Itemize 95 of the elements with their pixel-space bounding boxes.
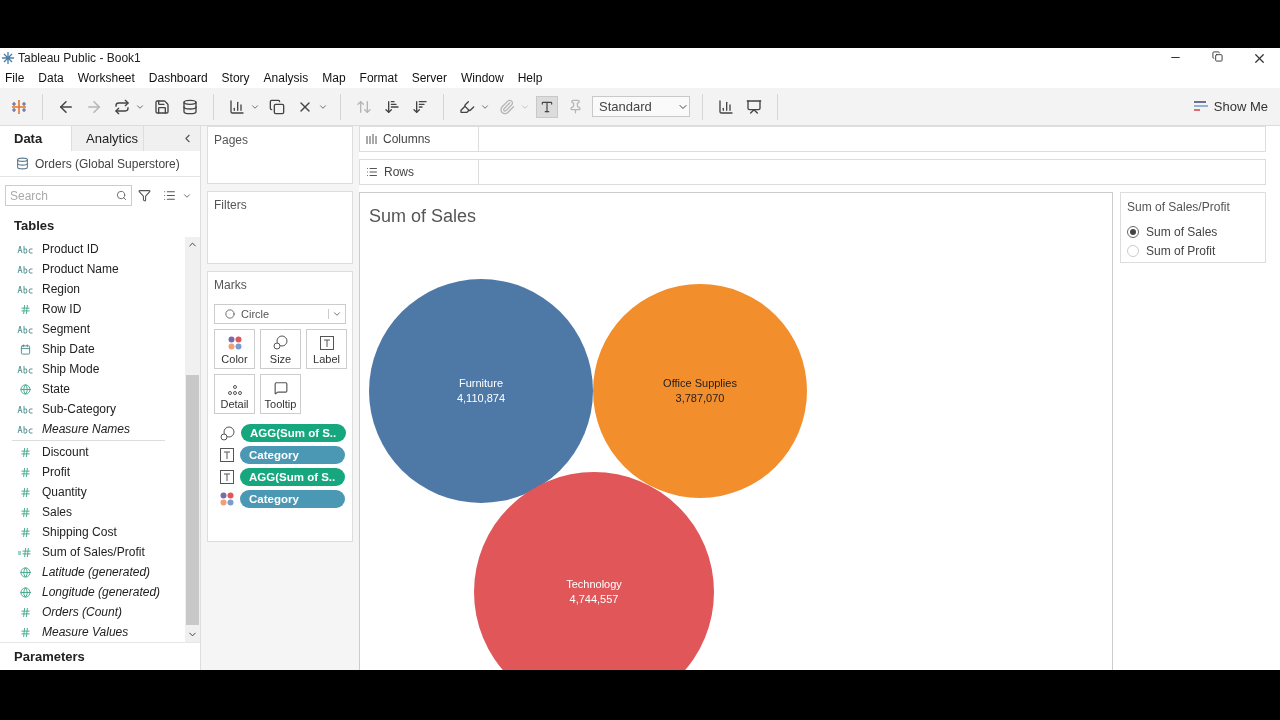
abc-type-icon bbox=[16, 264, 34, 274]
bar-chart-icon bbox=[1193, 100, 1208, 113]
search-icon[interactable] bbox=[116, 190, 127, 201]
list-view-icon[interactable] bbox=[163, 189, 176, 202]
text-label-icon bbox=[319, 336, 334, 350]
columns-icon bbox=[366, 134, 377, 144]
pane-tab[interactable]: Data bbox=[0, 126, 72, 151]
bubble-value: 4,110,874 bbox=[456, 391, 506, 404]
window-title: Tableau Public - Book1 bbox=[18, 51, 141, 65]
card-title: Filters bbox=[214, 198, 248, 212]
abc-type-icon bbox=[16, 324, 34, 334]
bubble-value: 3,787,070 bbox=[675, 391, 725, 404]
marks-button[interactable]: Size bbox=[260, 329, 301, 369]
detail-dots-icon bbox=[227, 385, 242, 395]
dimension-field[interactable]: Product Name bbox=[0, 259, 185, 279]
menu-item[interactable]: File bbox=[5, 71, 25, 85]
view-title: Sum of Sales bbox=[369, 206, 477, 226]
menu-item[interactable]: Help bbox=[517, 71, 543, 85]
card-title: Marks bbox=[214, 278, 248, 292]
marks-button[interactable]: Color bbox=[214, 329, 255, 369]
bubble-category: Technology bbox=[566, 577, 622, 590]
abc-type-icon bbox=[16, 364, 34, 374]
data-source-name[interactable]: Orders (Global Superstore) bbox=[35, 156, 180, 171]
tables-heading: Tables bbox=[13, 217, 56, 235]
menu-item[interactable]: Analysis bbox=[263, 71, 309, 85]
text-label-icon bbox=[220, 470, 234, 484]
dimension-field[interactable]: Ship Date bbox=[0, 339, 185, 359]
bubble[interactable] bbox=[369, 278, 593, 503]
menu-item[interactable]: Format bbox=[359, 71, 398, 85]
measure-field[interactable]: Sales bbox=[0, 502, 185, 522]
bubble[interactable] bbox=[474, 471, 714, 670]
parameters-heading: Parameters bbox=[13, 649, 86, 664]
data-source-icon bbox=[16, 157, 29, 170]
search-box[interactable]: Search bbox=[5, 185, 132, 206]
bubble-category: Office Supplies bbox=[663, 376, 737, 389]
shelf[interactable]: Columns bbox=[359, 126, 1266, 152]
size-circles-icon bbox=[273, 335, 288, 350]
menu-item[interactable]: Server bbox=[411, 71, 447, 85]
dimension-field[interactable]: Region bbox=[0, 279, 185, 299]
show-labels-icon[interactable] bbox=[536, 95, 558, 118]
measure-field[interactable]: Quantity bbox=[0, 482, 185, 502]
bubble[interactable] bbox=[593, 283, 807, 498]
dimension-field[interactable]: Row ID bbox=[0, 299, 185, 319]
abc-type-icon bbox=[16, 284, 34, 294]
measure-field[interactable]: Discount bbox=[0, 442, 185, 462]
menu-item[interactable]: Window bbox=[460, 71, 504, 85]
filter-icon[interactable] bbox=[138, 189, 151, 202]
abc-type-icon bbox=[16, 244, 34, 254]
measure-field[interactable]: Latitude (generated) bbox=[0, 562, 185, 582]
measure-field[interactable]: Longitude (generated) bbox=[0, 582, 185, 602]
measure-field[interactable]: Orders (Count) bbox=[0, 602, 185, 622]
dimension-field[interactable]: State bbox=[0, 379, 185, 399]
dimension-field[interactable]: Measure Names bbox=[0, 419, 185, 439]
dimension-field[interactable]: Ship Mode bbox=[0, 359, 185, 379]
dimension-field[interactable]: Product ID bbox=[0, 239, 185, 259]
abc-type-icon bbox=[16, 424, 34, 434]
marks-button[interactable]: Label bbox=[306, 329, 347, 369]
scrollbar-thumb[interactable] bbox=[186, 375, 199, 625]
menu-item[interactable]: Dashboard bbox=[148, 71, 208, 85]
tooltip-icon bbox=[273, 381, 288, 395]
measure-field[interactable]: Sum of Sales/Profit bbox=[0, 542, 185, 562]
mark-type-dropdown[interactable]: Circle bbox=[214, 304, 346, 324]
shelf-label: Columns bbox=[383, 132, 431, 146]
rows-icon bbox=[366, 166, 378, 178]
app-logo-icon bbox=[2, 52, 14, 64]
measure-field[interactable]: Shipping Cost bbox=[0, 522, 185, 542]
parameter-option[interactable]: Sum of Profit bbox=[1127, 244, 1259, 258]
size-circles-icon bbox=[220, 425, 235, 441]
fit-dropdown[interactable]: Standard bbox=[592, 96, 690, 117]
menu-item[interactable]: Story bbox=[221, 71, 250, 85]
dimension-field[interactable]: Sub-Category bbox=[0, 399, 185, 419]
color-dots-icon bbox=[220, 492, 234, 506]
measure-field[interactable]: Measure Values bbox=[0, 622, 185, 642]
measure-field[interactable]: Profit bbox=[0, 462, 185, 482]
dimension-field[interactable]: Segment bbox=[0, 319, 185, 339]
marks-button[interactable]: Detail bbox=[214, 374, 255, 414]
parameter-option[interactable]: Sum of Sales bbox=[1127, 225, 1259, 239]
restore-icon[interactable] bbox=[1211, 50, 1223, 62]
marks-button[interactable]: Tooltip bbox=[260, 374, 301, 414]
shelf-label: Rows bbox=[384, 165, 414, 179]
bubble-category: Furniture bbox=[459, 376, 503, 389]
card-title: Pages bbox=[214, 133, 250, 147]
abc-type-icon bbox=[16, 404, 34, 414]
caret-icon bbox=[332, 309, 342, 319]
menu-item[interactable]: Data bbox=[38, 71, 64, 85]
menu-item[interactable]: Map bbox=[322, 71, 346, 85]
calculated-hash-icon bbox=[16, 546, 34, 558]
color-dots-icon bbox=[227, 336, 242, 350]
bubble-value: 4,744,557 bbox=[569, 592, 619, 605]
text-label-icon bbox=[220, 448, 234, 462]
shelf[interactable]: Rows bbox=[359, 159, 1266, 185]
show-me-button[interactable]: Show Me bbox=[1193, 99, 1272, 114]
circle-icon bbox=[225, 309, 235, 319]
menu-item[interactable]: Worksheet bbox=[77, 71, 135, 85]
parameter-title: Sum of Sales/Profit bbox=[1127, 200, 1231, 214]
